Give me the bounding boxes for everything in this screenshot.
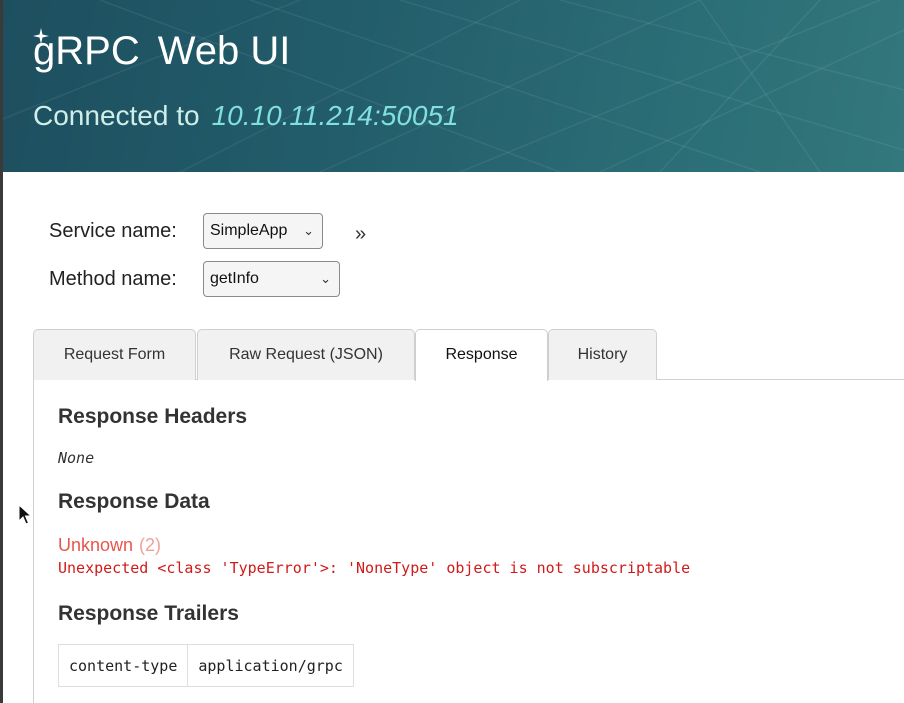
chevron-down-icon: ⌄ <box>303 223 314 238</box>
sparkle-icon <box>33 28 49 44</box>
service-select[interactable]: SimpleApp ⌄ <box>203 213 323 249</box>
connected-label: Connected to <box>33 100 200 131</box>
connection-status: Connected to 10.10.11.214:50051 <box>33 100 459 132</box>
service-name-label: Service name: <box>49 220 177 242</box>
app-title: Web UI <box>157 29 291 73</box>
tab-response[interactable]: Response <box>415 329 548 381</box>
server-address: 10.10.11.214:50051 <box>211 100 459 131</box>
tab-raw-request[interactable]: Raw Request (JSON) <box>197 329 415 380</box>
error-code: (2) <box>139 535 162 555</box>
app-header: gRPC Web UI Connected to 10.10.11.214:5005… <box>0 0 904 172</box>
page: gRPC Web UI Connected to 10.10.11.214:5005… <box>0 0 904 703</box>
tab-request-form[interactable]: Request Form <box>33 329 196 380</box>
window-edge <box>0 0 3 703</box>
app-logo-title: gRPC Web UI <box>33 26 290 76</box>
response-headers-value: None <box>58 449 95 467</box>
table-row: content-type application/grpc <box>57 644 354 687</box>
service-select-value: SimpleApp <box>210 222 288 239</box>
method-select[interactable]: getInfo ⌄ <box>203 261 340 297</box>
chevron-down-icon: ⌄ <box>320 271 331 286</box>
tab-history[interactable]: History <box>548 329 657 380</box>
method-name-label: Method name: <box>49 268 177 290</box>
response-trailers-title: Response Trailers <box>58 602 239 625</box>
method-select-value: getInfo <box>210 270 259 287</box>
trailer-value: application/grpc <box>187 644 354 687</box>
brand-name: RPC <box>55 29 140 73</box>
mouse-cursor-icon <box>18 504 32 525</box>
expand-button[interactable]: » <box>355 222 366 246</box>
response-data-title: Response Data <box>58 490 210 513</box>
trailers-table: content-type application/grpc <box>57 644 354 687</box>
response-headers-title: Response Headers <box>58 405 248 428</box>
trailer-key: content-type <box>57 644 189 687</box>
error-status-text: Unknown <box>58 535 134 555</box>
error-status: Unknown (2) <box>58 535 161 556</box>
error-message: Unexpected <class 'TypeError'>: 'NoneTyp… <box>58 559 691 577</box>
